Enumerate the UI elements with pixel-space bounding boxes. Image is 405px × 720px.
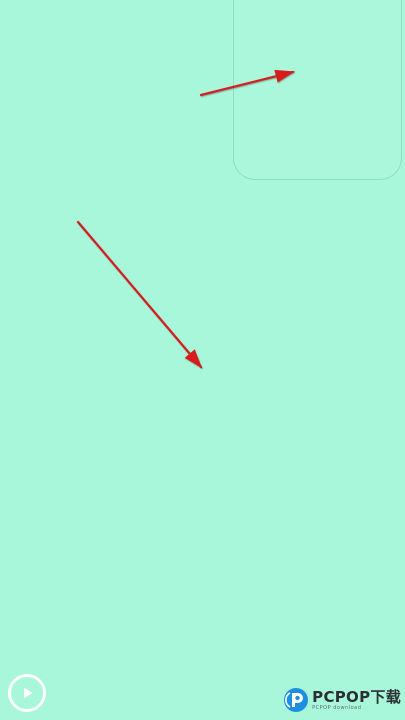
annotation-arrows — [76, 69, 296, 369]
app-screen: PCPOP下载 PCPOP download — [0, 0, 405, 720]
watermark-subtitle: PCPOP download — [312, 704, 362, 711]
pcpop-logo-icon — [284, 688, 309, 712]
arrow-upper-right — [199, 69, 296, 97]
play-button[interactable] — [8, 674, 46, 712]
watermark-brand: PCPOP下载 — [312, 687, 401, 706]
watermark: PCPOP下载 PCPOP download — [283, 687, 401, 713]
arrow-diagonal-down — [76, 220, 203, 369]
play-icon — [24, 687, 33, 699]
watermark-text: PCPOP下载 PCPOP download — [312, 687, 401, 711]
